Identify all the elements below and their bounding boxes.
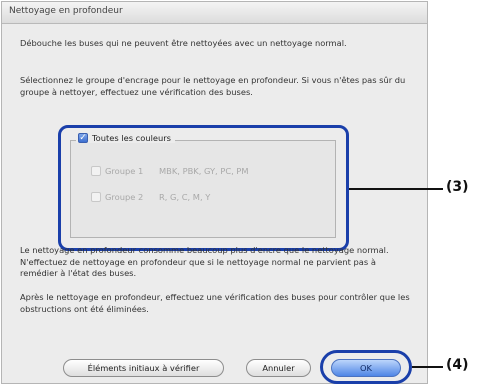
callout-line-3 bbox=[349, 188, 443, 190]
group-2-colors: R, G, C, M, Y bbox=[159, 192, 211, 202]
callout-label-3: (3) bbox=[446, 179, 469, 195]
intro-text: Débouche les buses qui ne peuvent être n… bbox=[20, 38, 347, 48]
initial-items-button[interactable]: Éléments initiaux à vérifier bbox=[63, 359, 224, 377]
group-1-checkbox-row: Groupe 1 MBK, PBK, GY, PC, PM bbox=[91, 166, 249, 176]
instruction-text: Sélectionnez le groupe d'encrage pour le… bbox=[20, 75, 406, 97]
group-1-checkbox bbox=[91, 166, 101, 176]
group-1-colors: MBK, PBK, GY, PC, PM bbox=[159, 166, 249, 176]
highlight-ring-groups bbox=[58, 125, 349, 251]
dialog-title: Nettoyage en profondeur bbox=[2, 2, 427, 24]
group-2-label: Groupe 2 bbox=[105, 192, 144, 202]
cancel-button[interactable]: Annuler bbox=[246, 359, 311, 377]
group-2-checkbox-row: Groupe 2 R, G, C, M, Y bbox=[91, 192, 210, 202]
group-1-label: Groupe 1 bbox=[105, 166, 144, 176]
callout-line-4 bbox=[412, 366, 443, 368]
all-colors-checkbox-row[interactable]: ✓ Toutes les couleurs bbox=[76, 133, 175, 143]
callout-label-4: (4) bbox=[446, 357, 469, 373]
warning-text: Le nettoyage en profondeur consomme beau… bbox=[20, 245, 389, 278]
group-2-checkbox bbox=[91, 192, 101, 202]
after-cleaning-text: Après le nettoyage en profondeur, effect… bbox=[20, 292, 410, 314]
checkmark-icon[interactable]: ✓ bbox=[78, 133, 88, 143]
highlight-ring-ok bbox=[320, 350, 412, 384]
all-colors-label: Toutes les couleurs bbox=[92, 133, 171, 143]
